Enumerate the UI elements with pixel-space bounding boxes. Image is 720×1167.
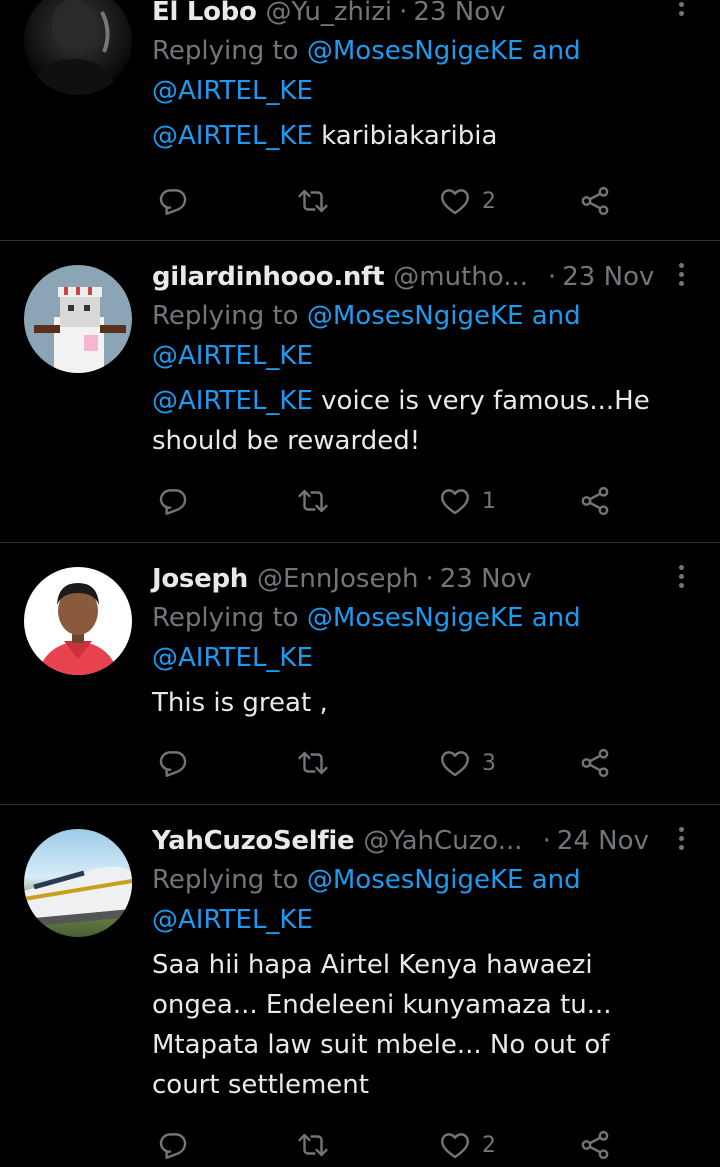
replying-to: Replying to @MosesNgigeKE and @AIRTEL_KE bbox=[152, 865, 581, 935]
like-count: 3 bbox=[482, 750, 496, 776]
mention-link[interactable]: @AIRTEL_KE bbox=[152, 386, 313, 416]
separator-dot: · bbox=[399, 0, 408, 27]
like-count: 2 bbox=[482, 188, 496, 214]
tweet[interactable]: gilardinhooo.nft @mutho... · 23 Nov Repl… bbox=[0, 241, 720, 543]
share-button[interactable] bbox=[578, 181, 612, 221]
separator-dot: · bbox=[542, 826, 551, 856]
reply-button[interactable] bbox=[156, 743, 190, 783]
user-handle[interactable]: @Yu_zhizi bbox=[266, 0, 393, 31]
mention-link[interactable]: @AIRTEL_KE bbox=[152, 905, 313, 935]
separator-dot: · bbox=[548, 262, 557, 292]
retweet-button[interactable] bbox=[296, 481, 330, 521]
share-icon bbox=[578, 746, 612, 780]
display-name[interactable]: YahCuzoSelfie bbox=[152, 822, 355, 860]
tweet-actions: 2 bbox=[152, 1125, 622, 1165]
heart-icon bbox=[438, 746, 472, 780]
reply-button[interactable] bbox=[156, 1125, 190, 1165]
tweet-text: Saa hii hapa Airtel Kenya hawaezi ongea.… bbox=[152, 950, 612, 1100]
mention-link[interactable]: @AIRTEL_KE bbox=[152, 76, 313, 106]
mention-link[interactable]: @MosesNgigeKE bbox=[307, 865, 524, 895]
share-button[interactable] bbox=[578, 481, 612, 521]
mention-link[interactable]: @MosesNgigeKE bbox=[307, 36, 524, 66]
display-name[interactable]: Joseph bbox=[152, 560, 248, 598]
reply-icon bbox=[156, 746, 190, 780]
tweet-date[interactable]: 23 Nov bbox=[562, 258, 654, 296]
tweet-actions: 1 bbox=[152, 481, 622, 521]
mention-link[interactable]: @AIRTEL_KE bbox=[152, 643, 313, 673]
display-name[interactable]: gilardinhooo.nft bbox=[152, 258, 385, 296]
separator-dot: · bbox=[425, 564, 434, 594]
mention-link[interactable]: @AIRTEL_KE bbox=[152, 341, 313, 371]
avatar[interactable] bbox=[24, 567, 132, 675]
retweet-button[interactable] bbox=[296, 1125, 330, 1165]
heart-icon bbox=[438, 184, 472, 218]
share-icon bbox=[578, 484, 612, 518]
like-count: 2 bbox=[482, 1132, 496, 1158]
more-icon[interactable] bbox=[668, 565, 694, 595]
mention-link[interactable]: @MosesNgigeKE bbox=[307, 301, 524, 331]
reply-icon bbox=[156, 184, 190, 218]
retweet-icon bbox=[296, 746, 330, 780]
tweet-date[interactable]: 23 Nov bbox=[440, 560, 532, 598]
tweet-text: @AIRTEL_KE karibiakaribia bbox=[152, 121, 498, 151]
reply-icon bbox=[156, 1128, 190, 1162]
share-icon bbox=[578, 184, 612, 218]
more-icon[interactable] bbox=[668, 827, 694, 857]
like-button[interactable]: 2 bbox=[438, 181, 496, 221]
like-count: 1 bbox=[482, 488, 496, 514]
replying-to: Replying to @MosesNgigeKE and @AIRTEL_KE bbox=[152, 36, 581, 106]
replying-to: Replying to @MosesNgigeKE and @AIRTEL_KE bbox=[152, 603, 581, 673]
tweet-date[interactable]: 23 Nov bbox=[413, 0, 505, 31]
mention-link[interactable]: @AIRTEL_KE bbox=[152, 121, 313, 151]
tweet-actions: 3 bbox=[152, 743, 622, 783]
retweet-button[interactable] bbox=[296, 743, 330, 783]
user-handle[interactable]: @EnnJoseph bbox=[257, 560, 418, 598]
display-name[interactable]: Èl Lobo bbox=[152, 0, 257, 31]
avatar[interactable] bbox=[24, 265, 132, 373]
avatar[interactable] bbox=[24, 829, 132, 937]
mention-link[interactable]: @MosesNgigeKE bbox=[307, 603, 524, 633]
user-handle[interactable]: @mutho... bbox=[393, 258, 528, 296]
retweet-icon bbox=[296, 484, 330, 518]
more-icon[interactable] bbox=[668, 263, 694, 293]
tweet[interactable]: Joseph @EnnJoseph · 23 Nov Replying to @… bbox=[0, 543, 720, 805]
share-button[interactable] bbox=[578, 743, 612, 783]
heart-icon bbox=[438, 1128, 472, 1162]
heart-icon bbox=[438, 484, 472, 518]
like-button[interactable]: 2 bbox=[438, 1125, 496, 1165]
avatar[interactable] bbox=[24, 0, 132, 95]
reply-button[interactable] bbox=[156, 481, 190, 521]
tweet-text: @AIRTEL_KE voice is very famous...He sho… bbox=[152, 386, 650, 456]
tweet[interactable]: YahCuzoSelfie @YahCuzo... · 24 Nov Reply… bbox=[0, 805, 720, 1167]
replying-to: Replying to @MosesNgigeKE and @AIRTEL_KE bbox=[152, 301, 581, 371]
retweet-icon bbox=[296, 184, 330, 218]
tweet[interactable]: Èl Lobo @Yu_zhizi · 23 Nov Replying to @… bbox=[0, 0, 720, 241]
like-button[interactable]: 3 bbox=[438, 743, 496, 783]
tweet-actions: 2 bbox=[152, 181, 622, 221]
share-icon bbox=[578, 1128, 612, 1162]
reply-button[interactable] bbox=[156, 181, 190, 221]
retweet-button[interactable] bbox=[296, 181, 330, 221]
retweet-icon bbox=[296, 1128, 330, 1162]
user-handle[interactable]: @YahCuzo... bbox=[363, 822, 522, 860]
reply-icon bbox=[156, 484, 190, 518]
tweet-date[interactable]: 24 Nov bbox=[557, 822, 649, 860]
tweet-text: This is great , bbox=[152, 688, 328, 718]
like-button[interactable]: 1 bbox=[438, 481, 496, 521]
share-button[interactable] bbox=[578, 1125, 612, 1165]
more-icon[interactable] bbox=[668, 0, 694, 23]
